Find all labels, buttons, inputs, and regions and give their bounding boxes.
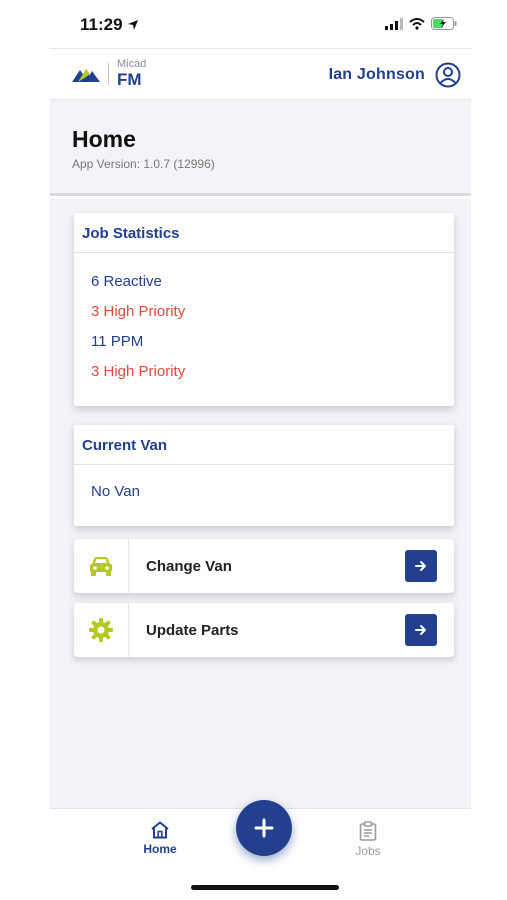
- plus-icon: [254, 818, 274, 838]
- update-parts-icon-cell: [74, 603, 129, 657]
- change-van-label: Change Van: [146, 557, 232, 575]
- nav-jobs-label: Jobs: [355, 844, 381, 858]
- current-van-title: Current Van: [74, 425, 454, 465]
- nav-jobs[interactable]: Jobs: [338, 821, 398, 858]
- home-icon: [151, 821, 169, 839]
- status-time-text: 11:29: [80, 15, 123, 34]
- current-van-card: Current Van No Van: [74, 425, 454, 526]
- page-title: Home: [72, 126, 136, 152]
- mountain-logo-icon: [72, 68, 100, 82]
- app-version: App Version: 1.0.7 (12996): [72, 157, 215, 171]
- status-time: 11:29: [80, 15, 139, 35]
- wifi-icon: [409, 17, 425, 30]
- signal-icon: [385, 17, 403, 30]
- update-parts-button[interactable]: Update Parts: [74, 603, 454, 657]
- nav-home[interactable]: Home: [130, 821, 190, 856]
- app-header: Micad FM Ian Johnson: [50, 48, 471, 100]
- battery-charging-icon: [431, 17, 457, 30]
- user-profile-button[interactable]: Ian Johnson: [329, 62, 461, 88]
- status-bar: 11:29: [50, 0, 471, 48]
- car-icon: [90, 557, 112, 576]
- clipboard-icon: [359, 821, 377, 841]
- stat-ppm: 11 PPM: [91, 333, 144, 350]
- logo-divider: [108, 62, 109, 85]
- arrow-right-icon: [415, 625, 426, 635]
- job-statistics-title: Job Statistics: [74, 213, 454, 253]
- status-icons: [385, 17, 457, 30]
- location-arrow-icon: [127, 20, 138, 30]
- job-statistics-list: 6 Reactive 3 High Priority 11 PPM 3 High…: [74, 253, 454, 387]
- user-circle-icon: [435, 62, 461, 88]
- stat-reactive-high-priority: 3 High Priority: [91, 303, 186, 320]
- home-indicator: [191, 885, 339, 890]
- user-name: Ian Johnson: [328, 66, 425, 83]
- add-floating-button[interactable]: [236, 800, 292, 856]
- page-heading: Home App Version: 1.0.7 (12996): [50, 100, 471, 196]
- micad-fm-logo: Micad FM: [72, 59, 146, 88]
- update-parts-arrow-button[interactable]: [405, 614, 437, 646]
- phone-screen: 11:29 Micad FM Ian Johnson Home App Vers…: [50, 0, 471, 900]
- logo-main-text: FM: [117, 70, 142, 89]
- job-statistics-card: Job Statistics 6 Reactive 3 High Priorit…: [74, 213, 454, 406]
- stat-ppm-high-priority: 3 High Priority: [91, 363, 186, 380]
- change-van-arrow-button[interactable]: [405, 550, 437, 582]
- current-van-value: No Van: [91, 483, 140, 500]
- arrow-right-icon: [415, 561, 426, 571]
- change-van-button[interactable]: Change Van: [74, 539, 454, 593]
- stat-reactive: 6 Reactive: [91, 273, 162, 290]
- nav-home-label: Home: [143, 842, 177, 856]
- gear-icon: [89, 618, 113, 642]
- logo-text: Micad FM: [117, 58, 147, 89]
- update-parts-label: Update Parts: [146, 621, 239, 639]
- change-van-icon-cell: [74, 539, 129, 593]
- logo-sub-text: Micad: [117, 58, 147, 70]
- current-van-body: No Van: [74, 465, 454, 500]
